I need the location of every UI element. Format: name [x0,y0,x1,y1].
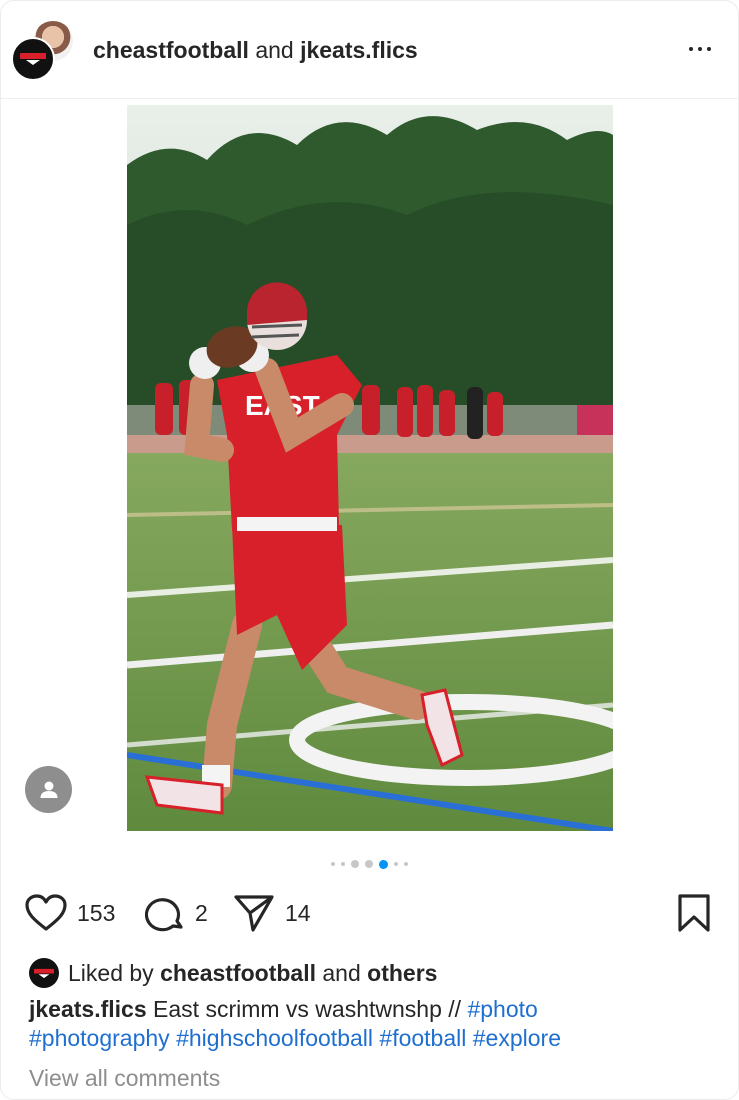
liker-username[interactable]: cheastfootball [160,960,316,987]
liked-by-others[interactable]: others [367,960,437,987]
more-icon [689,47,693,51]
liker-avatar[interactable] [29,958,59,988]
carousel-indicator [1,858,738,870]
share-icon [234,895,274,932]
user-tag-button[interactable] [25,766,72,813]
hashtag[interactable]: #photo [467,996,537,1022]
caption-username[interactable]: jkeats.flics [29,996,147,1022]
share-button[interactable]: 14 [233,893,311,933]
hashtag[interactable]: #football [379,1025,466,1051]
hashtag[interactable]: #explore [473,1025,561,1051]
post-authors: cheastfootball and jkeats.flics [93,37,418,64]
team-logo-icon [34,968,54,978]
author-avatars[interactable] [11,19,75,81]
post-header: cheastfootball and jkeats.flics [1,1,738,99]
carousel-dot-active [379,859,388,869]
hashtag[interactable]: #highschoolfootball [176,1025,373,1051]
more-icon-dot [707,47,711,51]
author-link-secondary[interactable]: jkeats.flics [300,37,418,63]
team-logo-icon [20,53,46,65]
action-bar: 153 2 14 [25,893,715,933]
post-caption: jkeats.flics East scrimm vs washtwnshp /… [29,995,719,1053]
carousel-dot [341,862,345,866]
hashtag[interactable]: #photography [29,1025,170,1051]
more-options-button[interactable] [684,41,716,57]
shares-count: 14 [285,899,311,926]
carousel-dot [404,862,408,866]
post-photo[interactable]: EAST [127,105,613,831]
bookmark-icon [678,894,710,932]
caption-text: East scrimm vs washtwnshp // [153,996,462,1022]
comment-icon [145,898,183,932]
carousel-dot [351,860,359,868]
user-tag-icon [40,781,57,798]
avatar-primary[interactable] [11,37,55,81]
carousel-dot [331,862,335,866]
comments-count: 2 [195,899,208,926]
author-joiner: and [255,37,294,63]
like-button[interactable]: 153 [25,893,115,933]
carousel-dot [394,862,398,866]
post-card: cheastfootball and jkeats.flics EAST 153… [0,0,739,1100]
liked-by-prefix: Liked by [68,959,154,986]
carousel-dot [365,860,373,868]
liked-by-joiner: and [322,959,361,986]
likes-count: 153 [77,899,116,926]
liked-by: Liked by cheastfootball and others [29,957,437,989]
heart-icon [25,894,67,931]
author-link-primary[interactable]: cheastfootball [93,37,249,63]
comment-button[interactable]: 2 [145,893,208,933]
save-button[interactable] [677,893,711,938]
more-icon-dot [698,47,702,51]
view-all-comments-link[interactable]: View all comments [29,1065,220,1092]
